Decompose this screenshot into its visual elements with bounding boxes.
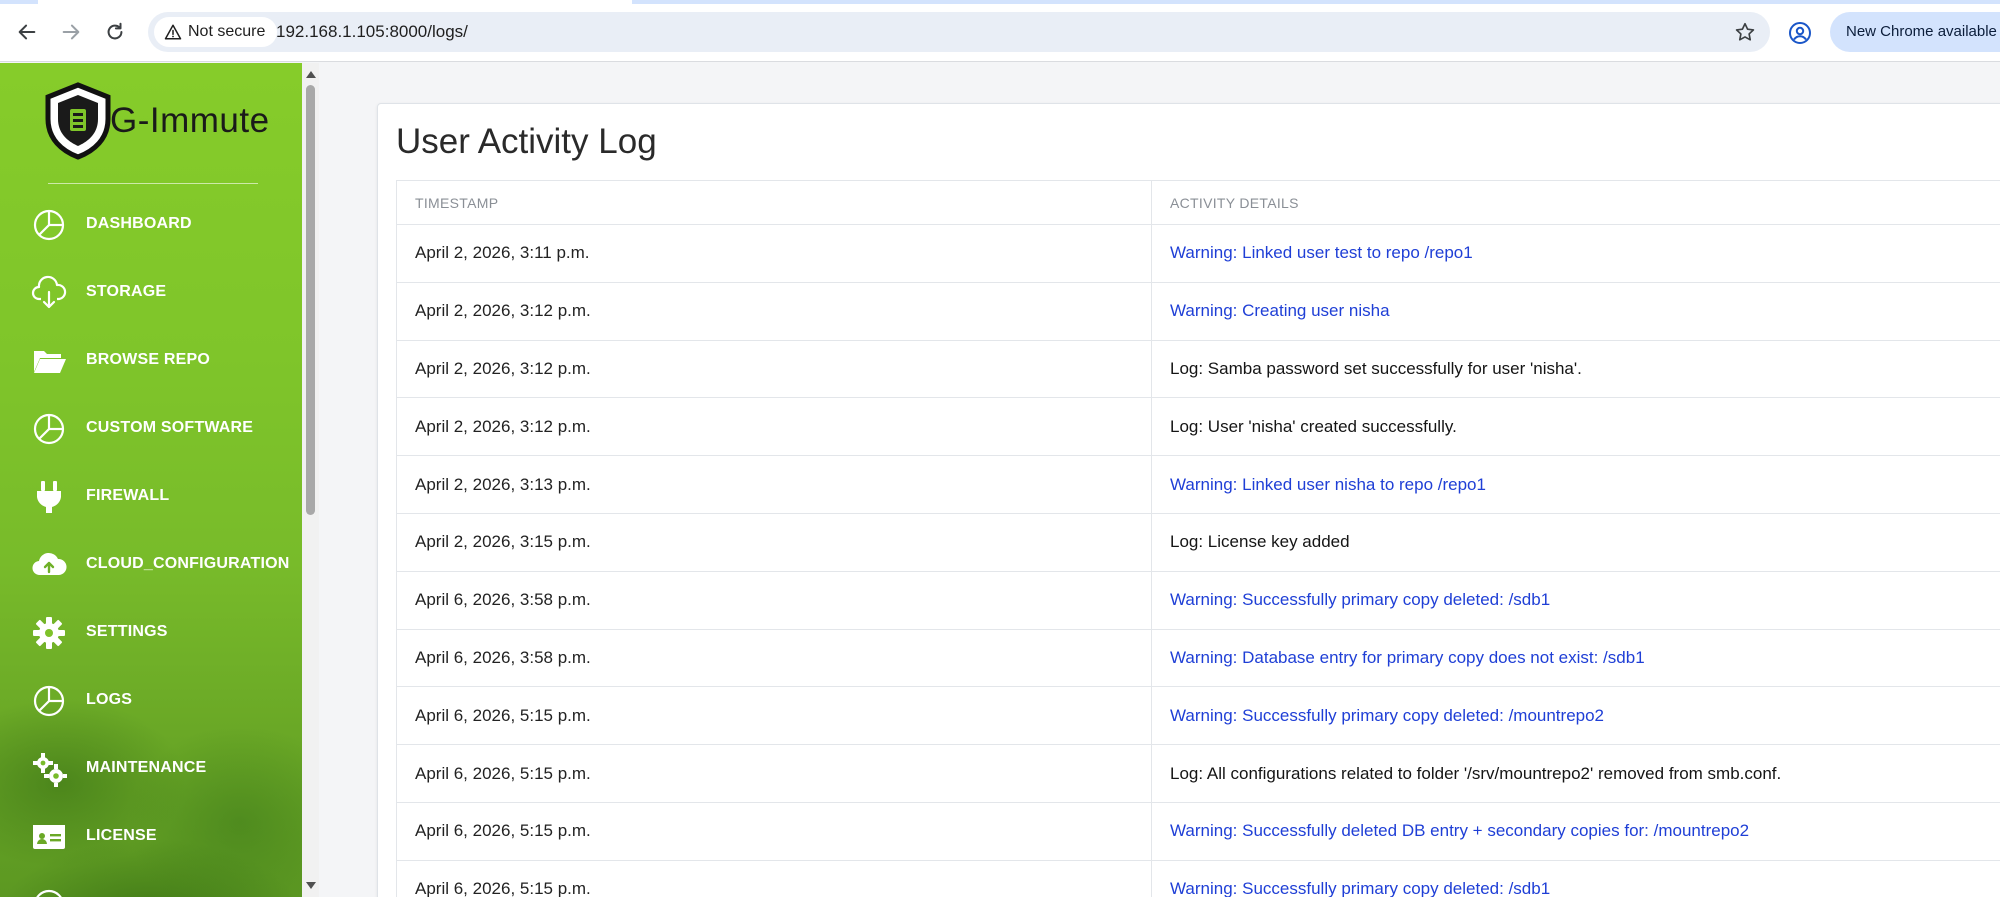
sidebar: G-Immute DASHBOARD STORAGE BROWSE REPO C… — [0, 63, 302, 897]
url-text[interactable]: 192.168.1.105:8000/logs/ — [276, 12, 468, 52]
activity-log-table: TIMESTAMP ACTIVITY DETAILS April 2, 2026… — [396, 180, 2000, 897]
table-row: April 2, 2026, 3:13 p.m. Warning: Linked … — [396, 455, 2000, 514]
timestamp-cell: April 2, 2026, 3:12 p.m. — [396, 397, 1152, 457]
table-row: April 6, 2026, 3:58 p.m. Warning: Databas… — [396, 628, 2000, 688]
table-row: April 6, 2026, 5:15 p.m. Warning: Success… — [396, 686, 2000, 746]
timestamp-cell: April 6, 2026, 3:58 p.m. — [396, 628, 1152, 688]
warning-detail-cell: Warning: Linked user nisha to repo /repo… — [1151, 455, 2000, 514]
sidebar-item-label: MAINTENANCE — [86, 759, 207, 776]
sidebar-scrollbar[interactable] — [302, 63, 319, 897]
warning-detail-cell: Warning: Successfully primary copy delet… — [1151, 570, 2000, 630]
bookmark-star-icon[interactable] — [1734, 21, 1756, 43]
brand-name: G-Immute — [110, 101, 270, 140]
warning-detail-cell: Warning: Successfully primary copy delet… — [1151, 686, 2000, 746]
log-detail-cell: Log: Samba password set successfully for… — [1151, 339, 2000, 399]
sidebar-item-label: FIREWALL — [86, 487, 170, 504]
arrow-left-icon — [18, 24, 36, 40]
arrow-right-icon — [62, 24, 80, 40]
table-row: April 6, 2026, 5:15 p.m. Warning: Success… — [396, 801, 2000, 861]
table-row: April 2, 2026, 3:12 p.m. Warning: Creatin… — [396, 281, 2000, 341]
timestamp-cell: April 6, 2026, 5:15 p.m. — [396, 686, 1152, 746]
table-row: April 6, 2026, 5:15 p.m. Log: All configu… — [396, 744, 2000, 803]
shield-logo-icon — [45, 82, 111, 160]
log-detail-cell: Log: License key added — [1151, 512, 2000, 572]
user-icon — [30, 886, 68, 897]
sidebar-item-custom-software[interactable]: CUSTOM SOFTWARE — [0, 402, 302, 454]
warning-detail-cell: Warning: Linked user test to repo /repo1 — [1151, 224, 2000, 283]
sidebar-item-label: CLOUD_CONFIGURATION — [86, 555, 290, 572]
browser-toolbar: Not secure 192.168.1.105:8000/logs/ New … — [0, 4, 2000, 62]
chrome-update-button[interactable]: New Chrome available — [1830, 12, 2000, 52]
timestamp-cell: April 2, 2026, 3:12 p.m. — [396, 281, 1152, 341]
log-detail-cell: Log: All configurations related to folde… — [1151, 744, 2000, 803]
sidebar-item-partial[interactable] — [0, 878, 302, 897]
gear-icon — [30, 614, 68, 652]
activity-log-rows: April 2, 2026, 3:11 p.m. Warning: Linked … — [396, 224, 2000, 897]
reload-icon — [107, 22, 123, 40]
timestamp-cell: April 6, 2026, 5:15 p.m. — [396, 744, 1152, 803]
sidebar-item-cloud-configuration[interactable]: CLOUD_CONFIGURATION — [0, 538, 302, 590]
folder-open-icon — [30, 342, 68, 380]
warning-detail-cell: Warning: Database entry for primary copy… — [1151, 628, 2000, 688]
log-detail-cell: Log: User 'nisha' created successfully. — [1151, 397, 2000, 457]
timestamp-cell: April 2, 2026, 3:11 p.m. — [396, 224, 1152, 283]
sidebar-item-label: LOGS — [86, 691, 133, 708]
reload-button[interactable] — [98, 15, 132, 49]
scroll-down-arrow[interactable] — [306, 882, 316, 889]
gears-icon — [30, 750, 68, 788]
sidebar-item-browse-repo[interactable]: BROWSE REPO — [0, 334, 302, 386]
sidebar-item-maintenance[interactable]: MAINTENANCE — [0, 742, 302, 794]
table-header-row: TIMESTAMP ACTIVITY DETAILS — [396, 180, 2000, 225]
security-chip[interactable]: Not secure — [154, 17, 278, 47]
timestamp-cell: April 6, 2026, 3:58 p.m. — [396, 570, 1152, 630]
timestamp-cell: April 6, 2026, 5:15 p.m. — [396, 801, 1152, 861]
sidebar-item-label: CUSTOM SOFTWARE — [86, 419, 254, 436]
sidebar-item-label: LICENSE — [86, 827, 157, 844]
scroll-up-arrow[interactable] — [306, 71, 316, 78]
table-row: April 2, 2026, 3:12 p.m. Log: User 'nisha… — [396, 397, 2000, 457]
sidebar-item-settings[interactable]: SETTINGS — [0, 606, 302, 658]
sidebar-item-firewall[interactable]: FIREWALL — [0, 470, 302, 522]
page-title: User Activity Log — [396, 122, 657, 161]
sidebar-item-dashboard[interactable]: DASHBOARD — [0, 198, 302, 250]
table-row: April 2, 2026, 3:11 p.m. Warning: Linked … — [396, 224, 2000, 283]
profile-icon[interactable] — [1788, 21, 1812, 45]
sidebar-divider — [48, 183, 258, 184]
timestamp-cell: April 2, 2026, 3:15 p.m. — [396, 512, 1152, 572]
sidebar-item-label: SETTINGS — [86, 623, 168, 640]
warning-detail-cell: Warning: Successfully deleted DB entry +… — [1151, 801, 2000, 861]
table-row: April 6, 2026, 3:58 p.m. Warning: Success… — [396, 570, 2000, 630]
cloud-download-icon — [30, 274, 68, 312]
warning-detail-cell: Warning: Successfully primary copy delet… — [1151, 859, 2000, 897]
sidebar-item-label: BROWSE REPO — [86, 351, 210, 368]
column-header-timestamp: TIMESTAMP — [396, 180, 1152, 225]
id-card-icon — [30, 818, 68, 856]
sidebar-item-logs[interactable]: LOGS — [0, 674, 302, 726]
plug-icon — [30, 478, 68, 516]
sidebar-item-storage[interactable]: STORAGE — [0, 266, 302, 318]
forward-button[interactable] — [54, 15, 88, 49]
address-bar[interactable]: Not secure 192.168.1.105:8000/logs/ — [148, 12, 1770, 52]
cloud-upload-icon — [30, 546, 68, 584]
table-row: April 2, 2026, 3:15 p.m. Log: License key… — [396, 512, 2000, 572]
sidebar-item-label: DASHBOARD — [86, 215, 192, 232]
timestamp-cell: April 2, 2026, 3:13 p.m. — [396, 455, 1152, 514]
sidebar-item-label: STORAGE — [86, 283, 167, 300]
column-header-activity-details: ACTIVITY DETAILS — [1151, 180, 2000, 225]
scrollbar-thumb[interactable] — [306, 85, 315, 515]
security-label: Not secure — [188, 23, 266, 40]
table-row: April 2, 2026, 3:12 p.m. Log: Samba passw… — [396, 339, 2000, 399]
table-row: April 6, 2026, 5:15 p.m. Warning: Success… — [396, 859, 2000, 897]
activity-log-card: User Activity Log TIMESTAMP ACTIVITY DET… — [377, 103, 2000, 897]
timestamp-cell: April 6, 2026, 5:15 p.m. — [396, 859, 1152, 897]
warning-detail-cell: Warning: Creating user nisha — [1151, 281, 2000, 341]
sidebar-item-license[interactable]: LICENSE — [0, 810, 302, 862]
pie-chart-icon — [30, 206, 68, 244]
timestamp-cell: April 2, 2026, 3:12 p.m. — [396, 339, 1152, 399]
back-button[interactable] — [10, 15, 44, 49]
pie-chart-icon — [30, 682, 68, 720]
pie-chart-icon — [30, 410, 68, 448]
brand-logo[interactable]: G-Immute — [42, 81, 282, 161]
warning-triangle-icon — [164, 24, 182, 40]
